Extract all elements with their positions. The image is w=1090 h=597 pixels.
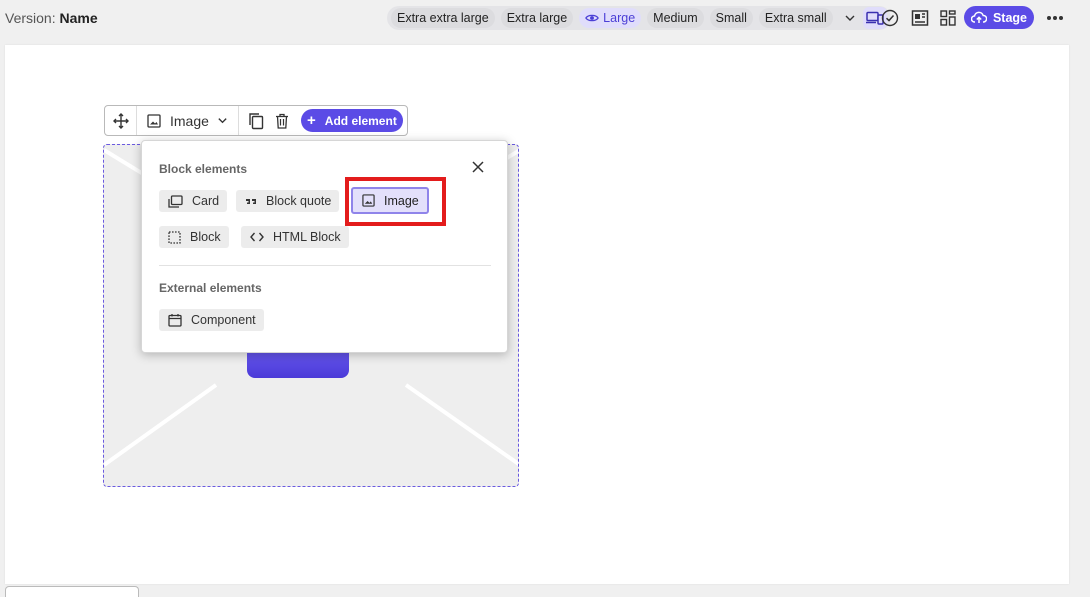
component-icon [168, 314, 182, 327]
more-horizontal-icon[interactable] [1044, 8, 1066, 28]
element-type-dropdown[interactable]: Image [137, 106, 239, 135]
version-name: Name [59, 10, 98, 26]
breakpoint-label: Small [715, 11, 747, 25]
layout-panel-icon[interactable] [910, 8, 930, 28]
stage-label: Stage [992, 10, 1028, 25]
duplicate-icon[interactable] [243, 106, 269, 135]
chip-label: Block [190, 230, 221, 244]
image-icon [147, 113, 161, 128]
breakpoint-xs[interactable]: Extra small [758, 8, 833, 28]
chip-label: Card [192, 194, 220, 208]
external-elements-title: External elements [159, 281, 262, 295]
delete-icon[interactable] [269, 106, 295, 135]
move-handle-icon[interactable] [105, 106, 137, 135]
breakpoint-label: Extra extra large [397, 11, 489, 25]
plus-icon: + [307, 112, 316, 129]
block-item-block[interactable]: Block [159, 226, 229, 248]
block-elements-title: Block elements [159, 162, 248, 176]
add-element-button[interactable]: + Add element [300, 109, 403, 132]
breakpoint-xxl[interactable]: Extra extra large [391, 8, 495, 28]
breakpoint-label: Medium [653, 11, 698, 25]
block-icon [168, 230, 181, 244]
grid-layout-icon[interactable] [938, 8, 958, 28]
close-icon[interactable] [469, 158, 487, 176]
chip-label: Component [191, 313, 256, 327]
chevron-down-icon [218, 118, 227, 124]
quote-icon [246, 199, 256, 204]
section-divider [159, 265, 491, 266]
chip-label: HTML Block [273, 230, 341, 244]
version-indicator: Version: Name [5, 10, 98, 26]
chip-label: Image [384, 193, 419, 208]
breakpoint-large[interactable]: Large [579, 8, 642, 28]
check-circle-icon[interactable] [880, 8, 900, 28]
breakpoint-label: Large [603, 11, 636, 25]
breakpoint-label: Extra large [506, 11, 568, 25]
chip-label: Block quote [266, 194, 332, 208]
add-element-popover: Block elements Card Block quote Image Bl… [141, 140, 508, 353]
breakpoint-selector: Extra extra large Extra large Large Medi… [387, 6, 891, 30]
breakpoint-xl[interactable]: Extra large [500, 8, 574, 28]
card-icon [168, 194, 183, 208]
block-item-html-block[interactable]: HTML Block [241, 226, 349, 248]
add-element-label: Add element [324, 113, 397, 128]
chevron-down-icon[interactable] [841, 8, 859, 28]
external-item-component[interactable]: Component [159, 309, 264, 331]
bottom-panel-tab[interactable] [5, 586, 139, 597]
breakpoint-medium[interactable]: Medium [647, 8, 704, 28]
breakpoint-small[interactable]: Small [709, 8, 753, 28]
block-item-card[interactable]: Card [159, 190, 228, 212]
top-bar: Version: Name Extra extra large Extra la… [0, 0, 1090, 36]
stage-button[interactable]: Stage [964, 6, 1034, 29]
eye-icon [585, 14, 600, 22]
code-icon [250, 232, 264, 242]
cloud-upload-icon [970, 11, 987, 23]
version-label: Version: [5, 10, 56, 26]
element-toolbar: Image + Add element [104, 105, 408, 136]
image-icon [362, 194, 375, 207]
element-type-label: Image [170, 112, 209, 129]
breakpoint-label: Extra small [764, 11, 827, 25]
block-item-block-quote[interactable]: Block quote [236, 190, 340, 212]
block-item-image[interactable]: Image [351, 187, 429, 214]
